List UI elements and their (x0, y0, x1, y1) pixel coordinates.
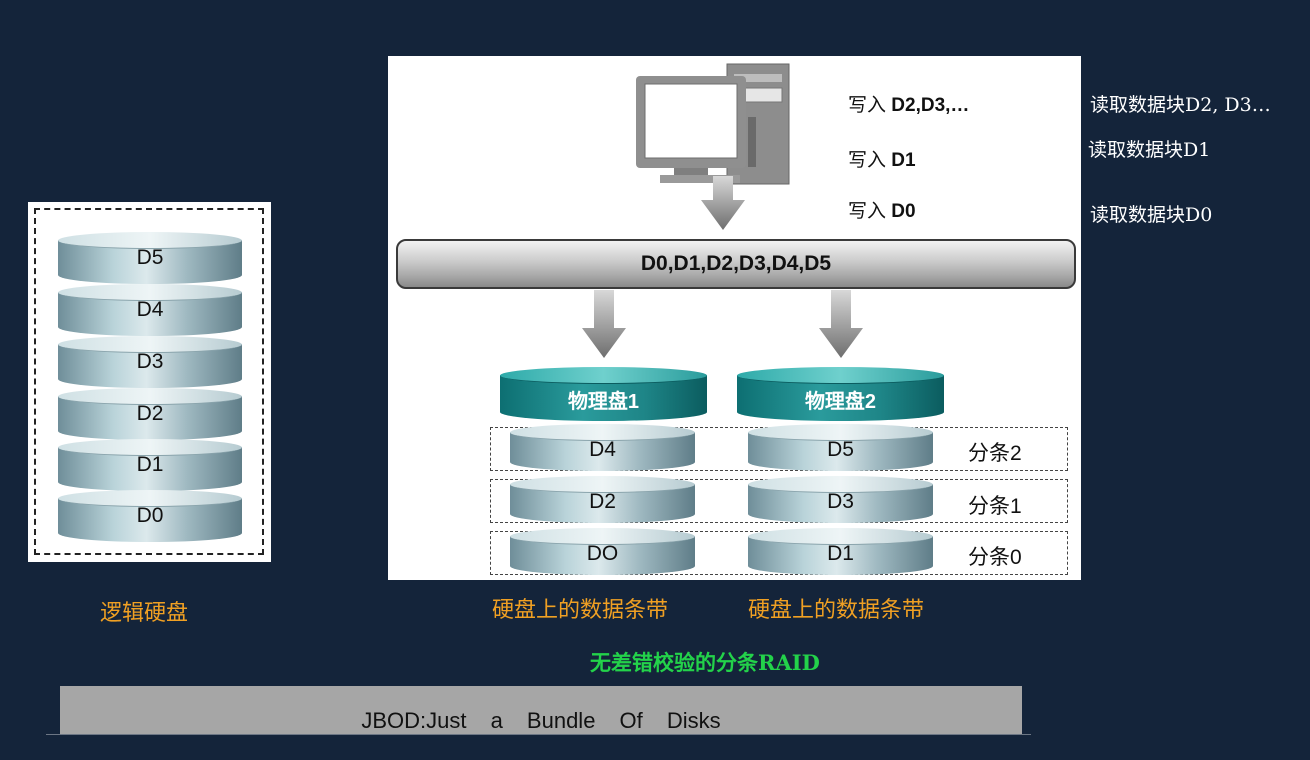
physical-disk-2: 物理盘2 (737, 367, 944, 421)
logical-disk-d4: D4 (58, 284, 242, 336)
disk-label: D3 (136, 350, 164, 373)
physical-disk-1: 物理盘1 (500, 367, 707, 421)
stripe-label-1: 分条1 (968, 495, 1022, 518)
stripe-block-d5: D5 (748, 424, 933, 471)
computer-icon (636, 63, 790, 185)
disk-label: D1 (136, 453, 164, 476)
down-arrow-icon (819, 290, 863, 358)
read-label-d0: 读取数据块D0 (1090, 204, 1213, 226)
logical-disk-d2: D2 (58, 388, 242, 440)
read-label-d2-d3: 读取数据块D2, D3… (1090, 94, 1271, 116)
write-label-d2-d3: 写入 D2,D3,… (848, 95, 970, 116)
footer-divider (46, 734, 1031, 735)
block-label: DO (586, 542, 619, 565)
block-label: D4 (589, 438, 616, 461)
stripe-label-0: 分条0 (968, 546, 1022, 569)
write-label-d0: 写入 D0 (848, 201, 916, 222)
down-arrow-icon (701, 176, 745, 230)
stripe-label-2: 分条2 (968, 442, 1022, 465)
block-label: D5 (827, 438, 854, 461)
footer-text: JBOD:Just a Bundle Of Disks (361, 708, 721, 733)
disk-stripe-label-2: 硬盘上的数据条带 (748, 598, 925, 623)
raid-caption: 无差错校验的分条RAID (590, 650, 820, 675)
block-label: D3 (827, 490, 854, 513)
stripe-block-d4: D4 (510, 424, 695, 471)
data-bus-label: D0,D1,D2,D3,D4,D5 (640, 252, 832, 275)
physical-disk-label: 物理盘1 (567, 391, 640, 413)
block-label: D2 (589, 490, 616, 513)
disk-label: D0 (136, 504, 164, 527)
disk-label: D5 (136, 246, 164, 269)
stripe-block-d1: D1 (748, 528, 933, 575)
write-label-d1: 写入 D1 (848, 150, 916, 171)
logical-disk-d5: D5 (58, 232, 242, 284)
physical-disk-label: 物理盘2 (804, 391, 877, 413)
disk-label: D2 (136, 402, 164, 425)
block-label: D1 (827, 542, 854, 565)
stripe-block-do: DO (510, 528, 695, 575)
stripe-block-d2: D2 (510, 476, 695, 523)
logical-disk-d1: D1 (58, 439, 242, 491)
read-label-d1: 读取数据块D1 (1088, 139, 1211, 161)
down-arrow-icon (582, 290, 626, 358)
logical-disk-label: 逻辑硬盘 (100, 601, 189, 626)
disk-label: D4 (136, 298, 164, 321)
disk-stripe-label-1: 硬盘上的数据条带 (492, 598, 669, 623)
logical-disk-d3: D3 (58, 336, 242, 388)
logical-disk-d0: D0 (58, 490, 242, 542)
stripe-block-d3: D3 (748, 476, 933, 523)
